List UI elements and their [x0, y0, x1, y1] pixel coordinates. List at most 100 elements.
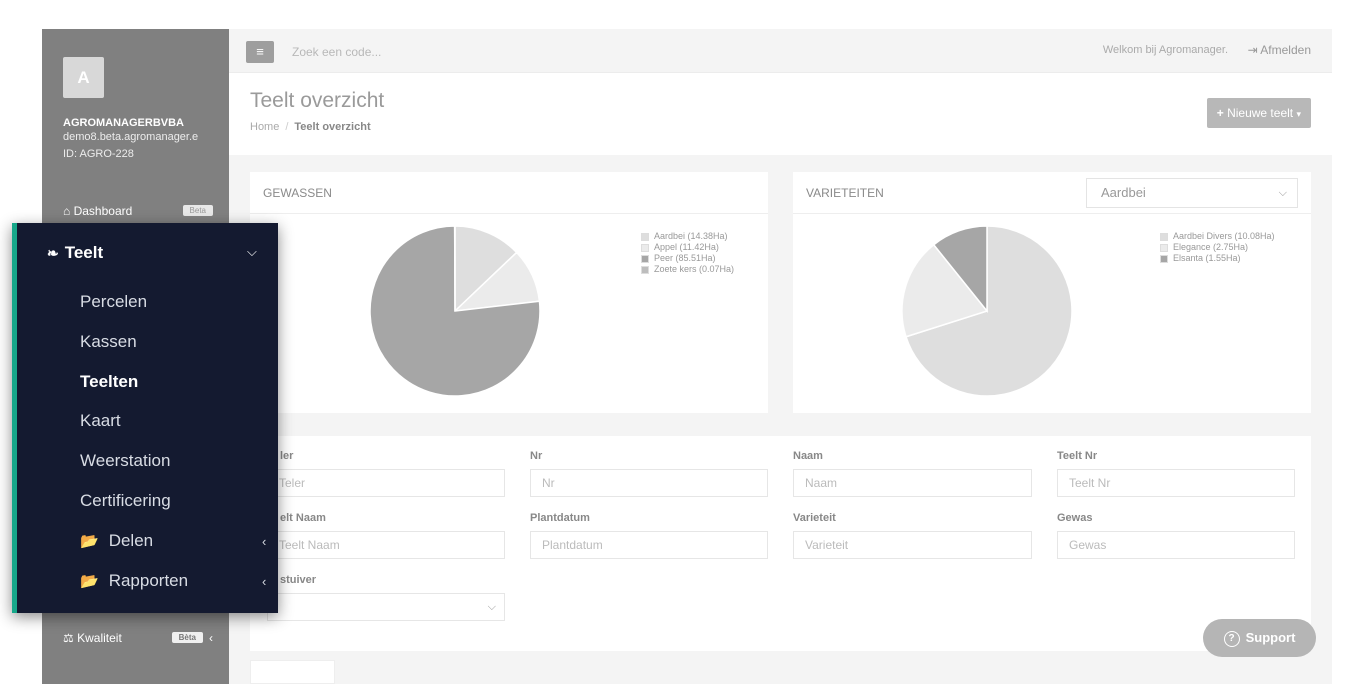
- menu-toggle-button[interactable]: ≡: [246, 41, 274, 63]
- scale-icon: ⚖: [63, 631, 74, 645]
- legend-item: Zoete kers (0.07Ha): [641, 264, 734, 275]
- legend-item: Elegance (2.75Ha): [1160, 242, 1275, 253]
- chevron-down-icon: ⌵: [247, 244, 257, 259]
- home-icon: ⌂: [63, 204, 71, 218]
- folder-open-icon: 📂: [80, 533, 99, 550]
- submenu-item-kassen[interactable]: Kassen: [80, 332, 137, 352]
- submenu-item-percelen[interactable]: Percelen: [80, 292, 147, 312]
- submenu-item-weerstation[interactable]: Weerstation: [80, 451, 170, 471]
- legend-swatch: [641, 254, 649, 263]
- company-domain: demo8.beta.agromanager.e: [63, 131, 199, 143]
- legend-swatch: [641, 232, 649, 241]
- legend-swatch: [641, 265, 649, 274]
- legend-item: Appel (11.42Ha): [641, 242, 734, 253]
- teelt-naam-label: elt Naam: [280, 512, 326, 524]
- submenu-item-rapporten[interactable]: 📂 Rapporten: [80, 571, 188, 591]
- legend-item: Peer (85.51Ha): [641, 253, 734, 264]
- legend-swatch: [641, 243, 649, 252]
- bestuiver-select[interactable]: ⌵: [267, 593, 505, 621]
- leaf-icon: ❧: [47, 245, 59, 261]
- legend-label: Peer (85.51Ha): [654, 253, 716, 263]
- welcome-text: Welkom bij Agromanager.: [1102, 44, 1228, 56]
- gewassen-pie-chart: [369, 225, 541, 397]
- support-label: Support: [1245, 630, 1296, 645]
- teelt-submenu: ❧ Teelt ⌵ Percelen Kassen Teelten Kaart W…: [12, 223, 278, 613]
- legend-label: Appel (11.42Ha): [654, 242, 719, 252]
- new-teelt-button[interactable]: + Nieuwe teelt ▾: [1206, 98, 1311, 128]
- submenu-item-label: Rapporten: [108, 571, 189, 590]
- varieteit-label: Varieteit: [793, 512, 836, 524]
- submenu-item-certificering[interactable]: Certificering: [80, 491, 171, 511]
- submenu-item-delen[interactable]: 📂 Delen: [80, 531, 153, 551]
- page-title: Teelt overzicht: [250, 89, 385, 112]
- breadcrumb-current: Teelt overzicht: [294, 121, 371, 133]
- top-bar: ≡ Welkom bij Agromanager. ⇥ Afmelden: [229, 29, 1332, 73]
- teler-label: ler: [280, 450, 294, 462]
- avatar[interactable]: A: [63, 57, 104, 98]
- logout-label: Afmelden: [1260, 43, 1311, 57]
- sidebar-item-label: Kwaliteit: [77, 631, 122, 645]
- page-header: Teelt overzicht Home / Teelt overzicht + N…: [229, 73, 1332, 155]
- nr-input[interactable]: Nr: [530, 469, 768, 497]
- legend-swatch: [1160, 232, 1168, 241]
- submenu-item-label: Delen: [108, 531, 154, 550]
- question-icon: ?: [1223, 631, 1240, 647]
- gewassen-card: GEWASSEN Aardbei (14.38Ha) Appel (11.42Ha…: [250, 172, 768, 413]
- naam-label: Naam: [793, 450, 823, 462]
- bestuiver-label: stuiver: [280, 574, 317, 586]
- sign-out-icon: ⇥: [1247, 43, 1258, 57]
- breadcrumb-home[interactable]: Home: [250, 121, 279, 133]
- chevron-left-icon: ‹: [209, 631, 213, 645]
- folder-open-icon: 📂: [80, 573, 99, 590]
- legend-label: Elegance (2.75Ha): [1173, 242, 1249, 252]
- hamburger-icon: ≡: [256, 44, 264, 59]
- legend-item: Aardbei (14.38Ha): [641, 231, 734, 242]
- varieteiten-pie-chart: [901, 225, 1073, 397]
- beta-badge: Beta: [182, 205, 213, 216]
- naam-input[interactable]: Naam: [793, 469, 1032, 497]
- chevron-left-icon: ‹: [262, 534, 267, 549]
- company-name: AGROMANAGERBVBA: [63, 117, 184, 129]
- teelt-naam-input[interactable]: Teelt Naam: [267, 531, 505, 559]
- caret-down-icon: ▾: [1296, 109, 1301, 119]
- support-button[interactable]: ? Support: [1203, 619, 1316, 657]
- submenu-item-teelten[interactable]: Teelten: [80, 372, 138, 392]
- sidebar-item-label: Dashboard: [73, 204, 133, 218]
- legend-swatch: [1160, 254, 1168, 263]
- gewas-label: Gewas: [1057, 512, 1093, 524]
- plantdatum-label: Plantdatum: [530, 512, 590, 524]
- breadcrumb: Home / Teelt overzicht: [250, 121, 371, 133]
- legend-label: Elsanta (1.55Ha): [1173, 253, 1241, 263]
- submenu-item-kaart[interactable]: Kaart: [80, 411, 121, 431]
- sidebar-item-kwaliteit[interactable]: ⚖ Kwaliteit Bèta ‹: [63, 631, 213, 645]
- nr-label: Nr: [530, 450, 543, 462]
- teler-input[interactable]: Teler: [267, 469, 505, 497]
- submenu-title: Teelt: [64, 243, 104, 262]
- varieteiten-legend: Aardbei Divers (10.08Ha) Elegance (2.75Ha…: [1160, 231, 1275, 264]
- chevron-down-icon: ⌵: [487, 601, 496, 613]
- sidebar-item-dashboard[interactable]: ⌂ Dashboard Beta: [63, 204, 213, 218]
- legend-item: Elsanta (1.55Ha): [1160, 253, 1275, 264]
- new-teelt-label: Nieuwe teelt: [1227, 106, 1294, 120]
- legend-label: Zoete kers (0.07Ha): [654, 264, 735, 274]
- chevron-left-icon: ‹: [262, 574, 267, 589]
- varieteiten-card: VARIETEITEN Aardbei ⌵ Aardbei Divers (10…: [793, 172, 1311, 413]
- gewassen-legend: Aardbei (14.38Ha) Appel (11.42Ha) Peer (85…: [641, 231, 734, 275]
- teelt-nr-input[interactable]: Teelt Nr: [1057, 469, 1295, 497]
- legend-label: Aardbei Divers (10.08Ha): [1173, 231, 1275, 241]
- varieteit-input[interactable]: Varieteit: [793, 531, 1032, 559]
- teelt-nr-label: Teelt Nr: [1057, 450, 1098, 462]
- plus-icon: +: [1216, 106, 1224, 120]
- logout-link[interactable]: ⇥ Afmelden: [1248, 43, 1311, 57]
- legend-swatch: [1160, 243, 1168, 252]
- plantdatum-input[interactable]: Plantdatum: [530, 531, 768, 559]
- tab-stub: [250, 660, 335, 684]
- legend-label: Aardbei (14.38Ha): [654, 231, 728, 241]
- beta-badge: Bèta: [171, 632, 203, 643]
- account-id: ID: AGRO-228: [63, 148, 134, 160]
- gewas-input[interactable]: Gewas: [1057, 531, 1295, 559]
- breadcrumb-separator: /: [285, 121, 289, 133]
- legend-item: Aardbei Divers (10.08Ha): [1160, 231, 1275, 242]
- search-input[interactable]: [286, 41, 598, 63]
- submenu-header-teelt[interactable]: ❧ Teelt: [47, 243, 103, 263]
